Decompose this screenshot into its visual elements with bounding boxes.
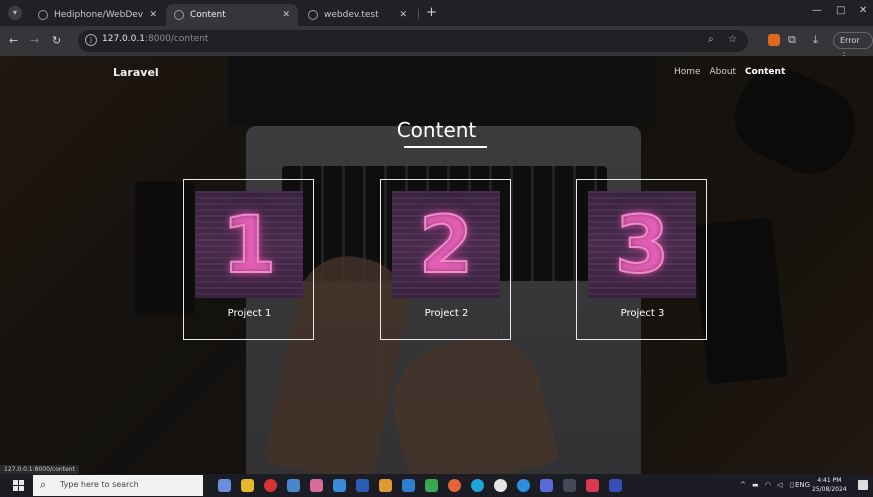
system-clock[interactable]: 4:41 PM 25/08/2024 <box>812 476 847 494</box>
taskbar-app-icon[interactable] <box>425 479 438 492</box>
page-viewport: Laravel Home About Content Content 1 Pro… <box>0 56 873 474</box>
github-icon <box>38 10 48 20</box>
nav-content-link[interactable]: Content <box>745 67 785 77</box>
forward-icon[interactable]: → <box>30 34 39 47</box>
tab-title: Content <box>190 10 226 20</box>
new-tab-button[interactable]: + <box>426 5 437 20</box>
project-label: Project 2 <box>424 308 469 319</box>
toolbar: ← → ↻ i 127.0.0.1:8000/content ⌕ ☆ ⧉ ⤓ E… <box>0 26 873 60</box>
language-indicator[interactable]: ENG <box>795 481 810 489</box>
tab-content[interactable]: Content ✕ <box>166 4 298 26</box>
download-icon[interactable]: ⤓ <box>813 33 818 47</box>
clock-date: 25/08/2024 <box>812 486 847 493</box>
chrome-icon[interactable] <box>494 479 507 492</box>
notification-icon[interactable] <box>858 480 868 490</box>
taskbar-app-icon[interactable] <box>310 479 323 492</box>
extensions-puzzle-icon[interactable]: ⧉ <box>788 33 796 47</box>
tab-hediphone[interactable]: Hediphone/WebDev ✕ <box>30 4 165 26</box>
minimize-icon[interactable]: — <box>812 5 822 16</box>
project-card-1[interactable]: 1 Project 1 <box>183 179 314 340</box>
taskbar-app-icon[interactable] <box>287 479 300 492</box>
taskbar-app-icon[interactable] <box>563 479 576 492</box>
taskbar-app-icon[interactable] <box>540 479 553 492</box>
project-image: 1 <box>195 191 303 298</box>
project-number: 2 <box>418 200 474 292</box>
bookmark-star-icon[interactable]: ☆ <box>728 34 737 45</box>
status-bar-url: 127.0.0.1:8000/content <box>0 465 79 474</box>
tab-strip: ▾ Hediphone/WebDev ✕ Content ✕ webdev.te… <box>0 0 873 26</box>
network-icon[interactable]: ▬ <box>752 481 759 489</box>
taskbar-app-icon[interactable] <box>517 479 530 492</box>
battery-icon[interactable]: ▯ <box>790 481 794 489</box>
tab-divider <box>418 9 419 19</box>
tab-webdev-test[interactable]: webdev.test ✕ <box>300 4 415 26</box>
back-icon[interactable]: ← <box>9 34 18 47</box>
taskbar-app-icon[interactable] <box>586 479 599 492</box>
project-number: 1 <box>221 200 277 292</box>
maximize-icon[interactable]: □ <box>836 5 845 16</box>
tray-chevron-icon[interactable]: ^ <box>740 481 746 489</box>
taskbar-app-icon[interactable] <box>448 479 461 492</box>
window-close-icon[interactable]: ✕ <box>859 5 867 16</box>
taskbar-search-box[interactable]: ⌕ Type here to search <box>33 475 203 496</box>
vscode-icon[interactable] <box>402 479 415 492</box>
zoom-icon[interactable]: ⌕ <box>708 34 714 45</box>
profile-error-button[interactable]: Error ⋮ <box>833 32 873 60</box>
project-number: 3 <box>614 200 670 292</box>
page-title: Content <box>396 118 477 142</box>
globe-icon <box>174 10 184 20</box>
title-underline <box>404 146 487 148</box>
extension-icon[interactable] <box>768 34 780 46</box>
wifi-icon[interactable]: ◠ <box>765 481 771 489</box>
project-label: Project 1 <box>227 308 272 319</box>
url-text: 127.0.0.1:8000/content <box>102 34 209 44</box>
project-image: 3 <box>588 191 696 298</box>
site-nav: Home About Content <box>674 67 791 77</box>
globe-icon <box>308 10 318 20</box>
search-icon: ⌕ <box>40 478 47 491</box>
close-icon[interactable]: ✕ <box>282 4 290 26</box>
taskbar-app-icon[interactable] <box>264 479 277 492</box>
taskbar: ⌕ Type here to search ^ ▬ ◠ ◁ ▯ ENG 4:41… <box>0 474 873 497</box>
project-image: 2 <box>392 191 500 298</box>
volume-icon[interactable]: ◁ <box>777 481 782 489</box>
project-card-3[interactable]: 3 Project 3 <box>576 179 707 340</box>
close-icon[interactable]: ✕ <box>149 4 157 26</box>
search-placeholder: Type here to search <box>60 480 139 489</box>
reload-icon[interactable]: ↻ <box>52 34 61 47</box>
project-label: Project 3 <box>620 308 665 319</box>
clock-time: 4:41 PM <box>817 477 842 484</box>
tab-search-icon[interactable]: ▾ <box>8 6 22 20</box>
tab-title: Hediphone/WebDev <box>54 10 144 20</box>
taskbar-app-icon[interactable] <box>609 479 622 492</box>
file-explorer-icon[interactable] <box>241 479 254 492</box>
taskbar-app-icon[interactable] <box>333 479 346 492</box>
taskbar-app-icon[interactable] <box>379 479 392 492</box>
site-logo[interactable]: Laravel <box>113 66 159 79</box>
tab-title: webdev.test <box>324 10 379 20</box>
address-bar[interactable]: i 127.0.0.1:8000/content ⌕ ☆ <box>78 30 748 52</box>
taskbar-app-icon[interactable] <box>218 479 231 492</box>
site-info-icon[interactable]: i <box>85 34 97 46</box>
word-icon[interactable] <box>356 479 369 492</box>
edge-icon[interactable] <box>471 479 484 492</box>
nav-home-link[interactable]: Home <box>674 67 701 77</box>
windows-start-icon[interactable] <box>13 480 24 491</box>
project-card-2[interactable]: 2 Project 2 <box>380 179 511 340</box>
nav-about-link[interactable]: About <box>709 67 736 77</box>
close-icon[interactable]: ✕ <box>399 4 407 26</box>
